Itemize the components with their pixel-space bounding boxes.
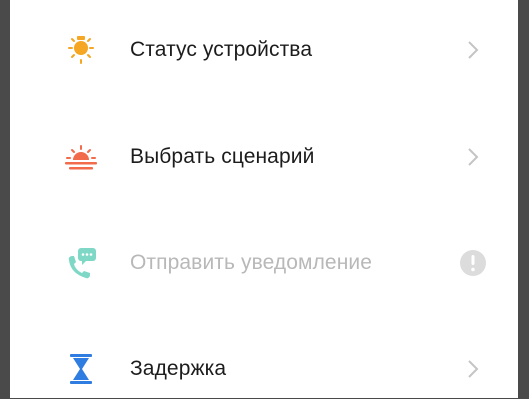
chevron-right-icon [465, 146, 481, 168]
menu-item-label: Задержка [130, 357, 227, 380]
sunrise-icon [61, 137, 101, 177]
chevron-right-icon [465, 39, 481, 61]
menu-item-label: Статус устройства [130, 38, 313, 61]
menu-item-label: Отправить уведомление [130, 251, 373, 274]
menu-item-device-status[interactable]: Статус устройства [10, 20, 518, 80]
menu-item-label: Выбрать сценарий [130, 145, 315, 168]
hourglass-icon [61, 349, 101, 389]
chevron-right-icon [465, 358, 481, 380]
menu-item-choose-scenario[interactable]: Выбрать сценарий [10, 127, 518, 187]
menu-item-send-notification[interactable]: Отправить уведомление [10, 233, 518, 293]
alert-icon[interactable] [458, 248, 488, 278]
lightbulb-icon [61, 30, 101, 70]
phone-message-icon [61, 243, 101, 283]
scene-action-sheet: Статус устройства Выбрать сценарий Отпра… [10, 0, 518, 398]
menu-item-delay[interactable]: Задержка [10, 339, 518, 399]
